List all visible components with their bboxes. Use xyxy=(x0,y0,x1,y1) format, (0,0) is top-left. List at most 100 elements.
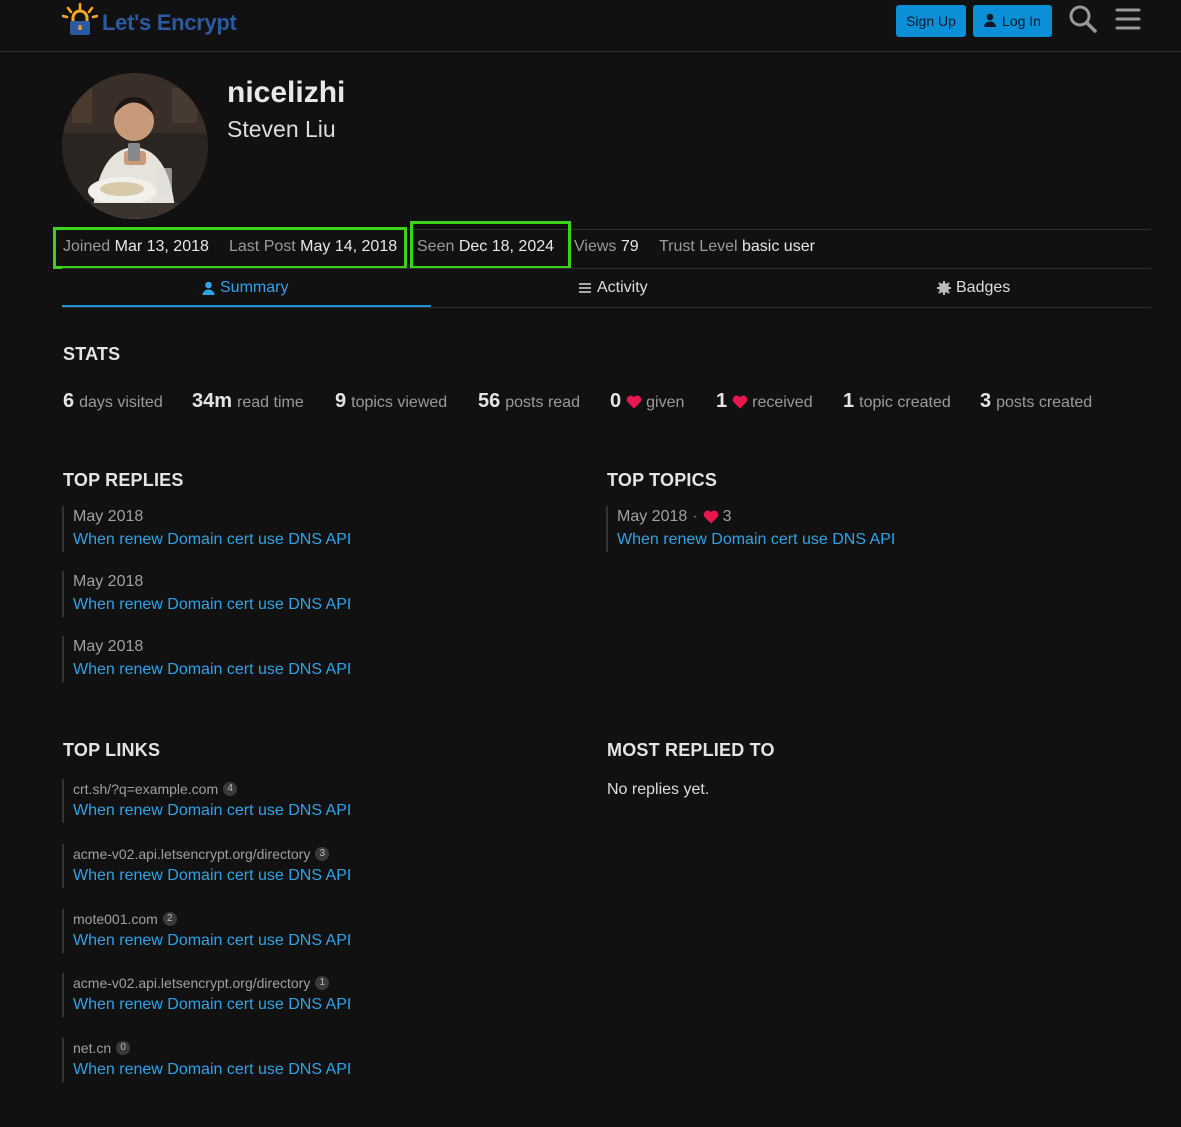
click-count-badge: 4 xyxy=(223,782,238,796)
logo-text: Let's Encrypt xyxy=(102,10,237,35)
link-url-text: net.cn xyxy=(73,1040,112,1056)
highlight-box-joined-lastpost xyxy=(53,227,407,269)
trust-level-meta: Trust Level basic user xyxy=(659,238,815,256)
views-value: 79 xyxy=(620,238,639,255)
link-topic[interactable]: When renew Domain cert use DNS API xyxy=(73,993,351,1017)
site-logo[interactable]: Let's Encrypt xyxy=(61,2,237,36)
divider xyxy=(62,268,1151,269)
reply-link[interactable]: When renew Domain cert use DNS API xyxy=(73,658,351,682)
tab-summary[interactable]: Summary xyxy=(202,279,288,297)
stat-topics-created: 1 topic created xyxy=(843,390,951,413)
username: nicelizhi xyxy=(227,76,346,109)
stat-likes-received: 1 received xyxy=(716,390,813,413)
tab-activity-label: Activity xyxy=(597,279,648,296)
tab-badges-label: Badges xyxy=(956,279,1011,296)
hamburger-menu-icon[interactable] xyxy=(1114,4,1144,34)
stat-read-time: 34m read time xyxy=(192,390,304,413)
link-url[interactable]: acme-v02.api.letsencrypt.org/directory 1 xyxy=(73,973,351,993)
stat-number: 56 xyxy=(478,390,501,412)
list-item: May 2018 When renew Domain cert use DNS … xyxy=(62,571,351,617)
top-links-title: TOP LINKS xyxy=(63,740,161,760)
click-count-badge: 1 xyxy=(315,976,330,990)
user-icon xyxy=(984,13,997,30)
log-in-button[interactable]: Log In xyxy=(973,5,1052,37)
list-item: acme-v02.api.letsencrypt.org/directory 1… xyxy=(62,973,351,1017)
badge-icon xyxy=(937,281,951,295)
top-replies-title: TOP REPLIES xyxy=(63,470,184,490)
link-topic[interactable]: When renew Domain cert use DNS API xyxy=(73,864,351,888)
topic-like-count: 3 xyxy=(722,508,732,525)
log-in-label: Log In xyxy=(1002,13,1041,29)
stat-number: 6 xyxy=(63,390,75,412)
separator: · xyxy=(692,508,698,525)
stat-number: 9 xyxy=(335,390,347,412)
divider xyxy=(62,307,1151,308)
link-topic[interactable]: When renew Domain cert use DNS API xyxy=(73,929,351,953)
no-replies-message: No replies yet. xyxy=(607,781,710,798)
list-item: acme-v02.api.letsencrypt.org/directory 3… xyxy=(62,844,351,888)
list-item: May 2018 When renew Domain cert use DNS … xyxy=(62,506,351,552)
link-topic[interactable]: When renew Domain cert use DNS API xyxy=(73,1058,351,1082)
link-url-text: mote001.com xyxy=(73,911,158,927)
reply-date: May 2018 xyxy=(73,573,144,590)
link-url-text: crt.sh/?q=example.com xyxy=(73,781,219,797)
trust-level-value: basic user xyxy=(742,238,815,255)
stat-label: days visited xyxy=(79,394,163,411)
most-replied-to-title: MOST REPLIED TO xyxy=(607,740,775,760)
stat-label: posts created xyxy=(996,394,1093,411)
list-item: May 2018 · 3 When renew Domain cert use … xyxy=(606,506,895,552)
topic-meta: May 2018 · 3 xyxy=(617,506,895,528)
avatar xyxy=(62,73,208,219)
link-url[interactable]: acme-v02.api.letsencrypt.org/directory 3 xyxy=(73,844,351,864)
stat-number: 1 xyxy=(843,390,855,412)
heart-icon xyxy=(732,395,748,414)
list-icon xyxy=(578,282,592,294)
stat-number: 3 xyxy=(980,390,992,412)
stat-posts-created: 3 posts created xyxy=(980,390,1092,413)
list-item: May 2018 When renew Domain cert use DNS … xyxy=(62,636,351,682)
highlight-box-seen xyxy=(410,221,571,269)
stat-label: given xyxy=(646,394,685,411)
stat-label: read time xyxy=(237,394,304,411)
tab-summary-label: Summary xyxy=(220,279,289,296)
topic-date: May 2018 xyxy=(617,508,688,525)
views-meta: Views 79 xyxy=(574,238,639,256)
tab-activity[interactable]: Activity xyxy=(578,279,648,297)
views-label: Views xyxy=(574,238,617,255)
list-item: mote001.com 2 When renew Domain cert use… xyxy=(62,909,351,953)
stat-number: 0 xyxy=(610,390,622,412)
heart-icon xyxy=(626,395,642,414)
site-header: Let's Encrypt Sign Up Log In xyxy=(0,0,1181,52)
stat-label: received xyxy=(752,394,813,411)
sign-up-label: Sign Up xyxy=(906,13,956,29)
sign-up-button[interactable]: Sign Up xyxy=(896,5,966,37)
stats-title: STATS xyxy=(63,344,121,364)
tab-badges[interactable]: Badges xyxy=(937,279,1010,297)
click-count-badge: 2 xyxy=(162,912,177,926)
link-url[interactable]: crt.sh/?q=example.com 4 xyxy=(73,779,351,799)
trust-level-label: Trust Level xyxy=(659,238,738,255)
reply-link[interactable]: When renew Domain cert use DNS API xyxy=(73,528,351,552)
reply-date: May 2018 xyxy=(73,508,144,525)
link-topic[interactable]: When renew Domain cert use DNS API xyxy=(73,799,351,823)
stat-topics-viewed: 9 topics viewed xyxy=(335,390,447,413)
top-topics-title: TOP TOPICS xyxy=(607,470,718,490)
topic-link[interactable]: When renew Domain cert use DNS API xyxy=(617,528,895,552)
padlock-logo-icon xyxy=(61,2,99,36)
search-icon[interactable] xyxy=(1068,4,1098,34)
full-name: Steven Liu xyxy=(227,116,336,142)
stat-label: topic created xyxy=(859,394,951,411)
click-count-badge: 3 xyxy=(315,847,330,861)
link-url[interactable]: mote001.com 2 xyxy=(73,909,351,929)
list-item: net.cn 0 When renew Domain cert use DNS … xyxy=(62,1038,351,1082)
link-url[interactable]: net.cn 0 xyxy=(73,1038,351,1058)
stat-number: 34m xyxy=(192,390,233,412)
stat-label: posts read xyxy=(505,394,580,411)
list-item: crt.sh/?q=example.com 4 When renew Domai… xyxy=(62,779,351,823)
user-icon xyxy=(202,281,215,295)
stat-likes-given: 0 given xyxy=(610,390,684,413)
link-url-text: acme-v02.api.letsencrypt.org/directory xyxy=(73,975,311,991)
reply-link[interactable]: When renew Domain cert use DNS API xyxy=(73,593,351,617)
click-count-badge: 0 xyxy=(116,1041,131,1055)
link-url-text: acme-v02.api.letsencrypt.org/directory xyxy=(73,846,311,862)
